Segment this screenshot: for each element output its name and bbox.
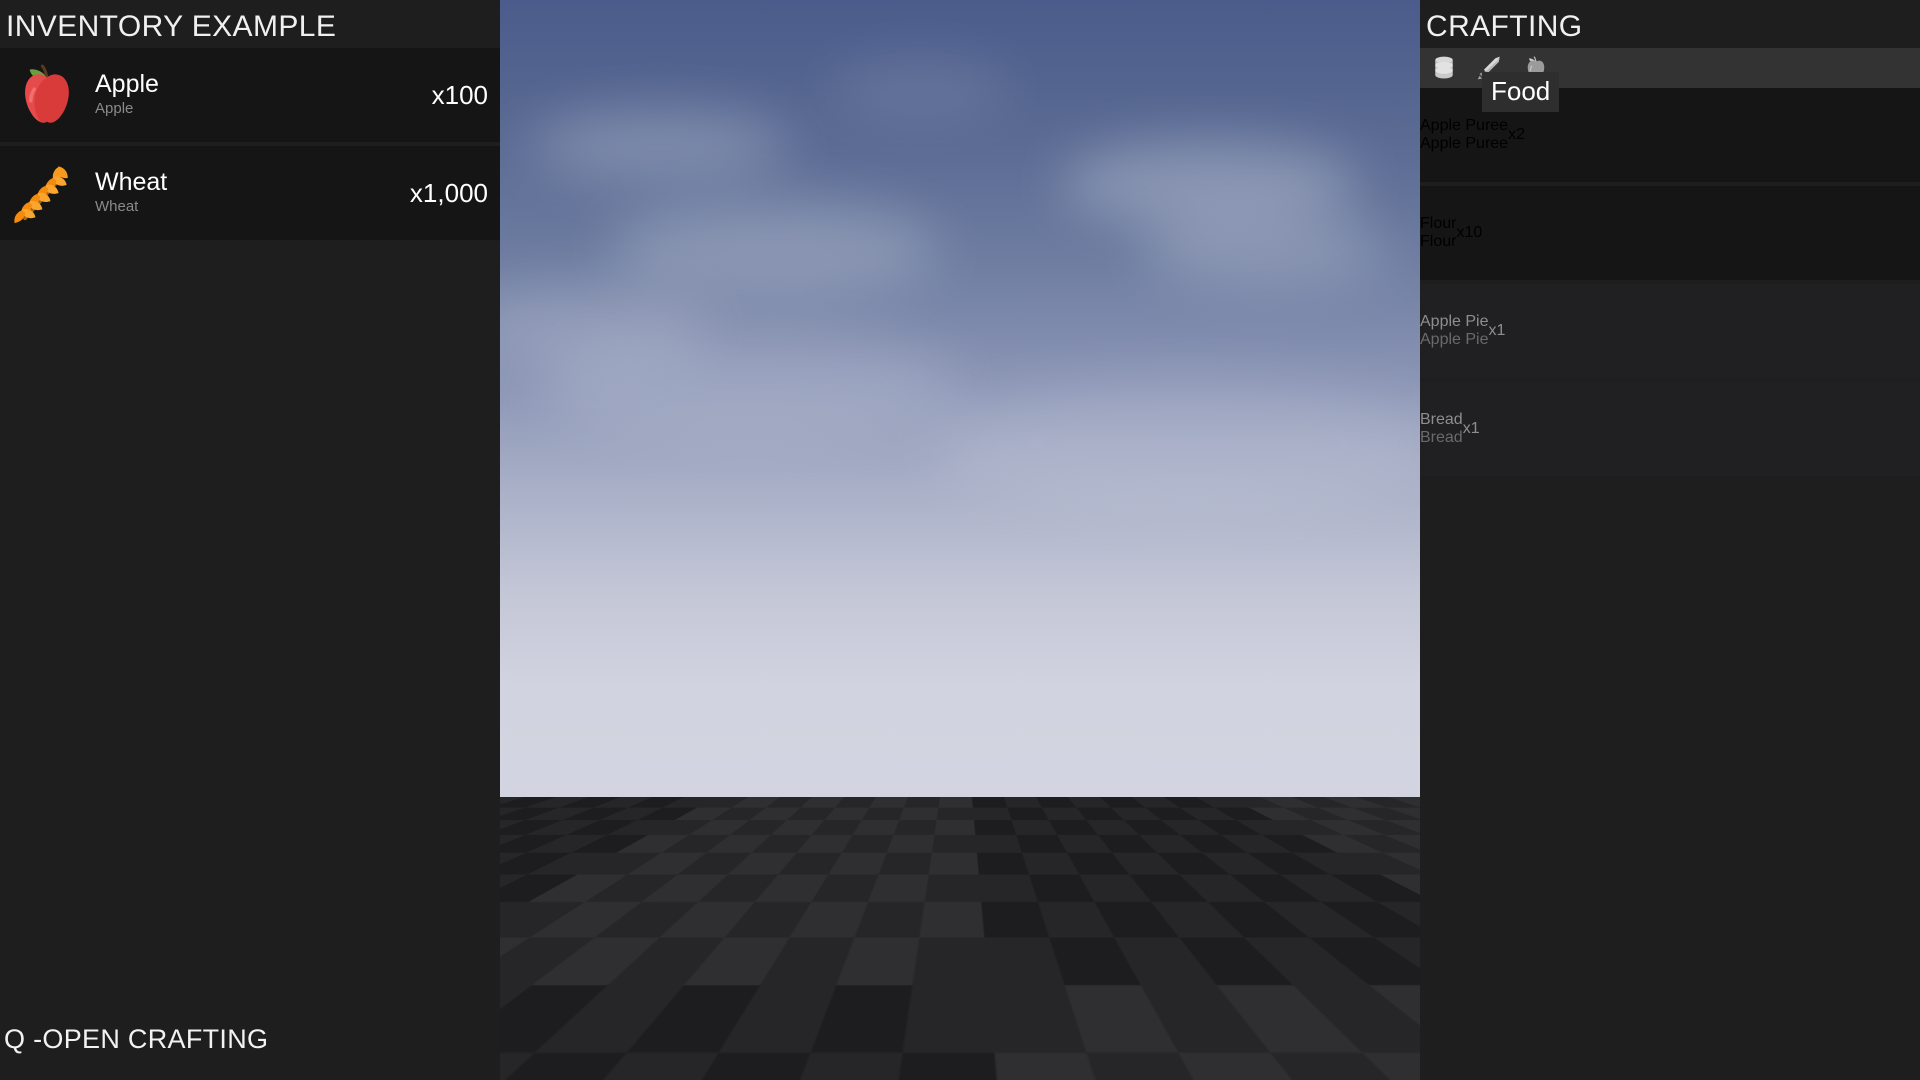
recipe-text: Apple Puree Apple Puree [1420,117,1508,153]
inventory-item-wheat[interactable]: Wheat Wheat x1,000 [0,146,500,240]
cloud [1140,215,1390,285]
cloud [530,110,790,180]
inventory-item-apple[interactable]: Apple Apple x100 [0,48,500,142]
inventory-item-text: Apple Apple [95,71,432,119]
game-screen: INVENTORY EXAMPLE Apple Apple x100 Wheat… [0,0,1920,1080]
inventory-item-description: Wheat [95,198,139,215]
inventory-list: Apple Apple x100 Wheat Wheat x1,000 [0,48,500,240]
recipe-description: Apple Pie [1420,331,1489,348]
recipe-description: Bread [1420,429,1463,446]
recipe-description: Apple Puree [1420,135,1509,152]
crafting-panel: CRAFTING Apple Puree Apple Puree x2 Flou… [1420,0,1920,1080]
cloud [830,60,1010,115]
tab-all[interactable] [1428,52,1460,84]
recipe-bread[interactable]: Bread Bread x1 [1420,382,1920,485]
cloud [1060,140,1360,225]
inventory-item-text: Wheat Wheat [95,169,410,217]
recipe-quantity: x2 [1508,126,1525,143]
recipe-description: Flour [1420,233,1457,250]
apple-icon [4,52,90,138]
inventory-panel: INVENTORY EXAMPLE Apple Apple x100 Wheat… [0,0,500,1080]
checkered-floor [500,797,1420,1080]
crafting-title: CRAFTING [1426,10,1583,43]
inventory-item-quantity: x1,000 [409,177,488,208]
inventory-item-name: Wheat [95,168,168,196]
inventory-item-quantity: x100 [431,79,488,110]
wheat-icon [4,150,90,236]
recipe-flour[interactable]: Flour Flour x10 [1420,186,1920,291]
recipe-quantity: x1 [1462,420,1480,437]
recipe-name: Flour [1420,215,1457,232]
recipe-text: Apple Pie Apple Pie [1420,313,1489,349]
recipe-text: Bread Bread [1420,411,1463,447]
cloud [610,200,940,295]
open-crafting-hint: Q -OPEN CRAFTING [4,1024,269,1054]
category-tooltip: Food [1482,72,1560,112]
recipe-name: Apple Pie [1420,313,1489,330]
recipe-text: Flour Flour [1420,215,1456,251]
game-viewport[interactable] [500,0,1420,1080]
cloud [930,380,1420,510]
inventory-item-name: Apple [95,70,159,98]
sky-backdrop [500,0,1420,797]
recipe-name: Apple Puree [1420,117,1509,134]
recipe-quantity: x1 [1488,322,1506,339]
recipe-apple-pie[interactable]: Apple Pie Apple Pie x1 [1420,284,1920,391]
recipe-quantity: x10 [1456,224,1483,241]
horizon-fade [500,797,1420,887]
recipe-name: Bread [1420,411,1463,428]
cloud [540,330,960,440]
inventory-item-description: Apple [95,100,134,117]
inventory-title: INVENTORY EXAMPLE [6,10,337,43]
database-stack-icon [1430,54,1458,82]
crafting-recipe-list: Apple Puree Apple Puree x2 Flour Flour x… [1420,88,1920,485]
